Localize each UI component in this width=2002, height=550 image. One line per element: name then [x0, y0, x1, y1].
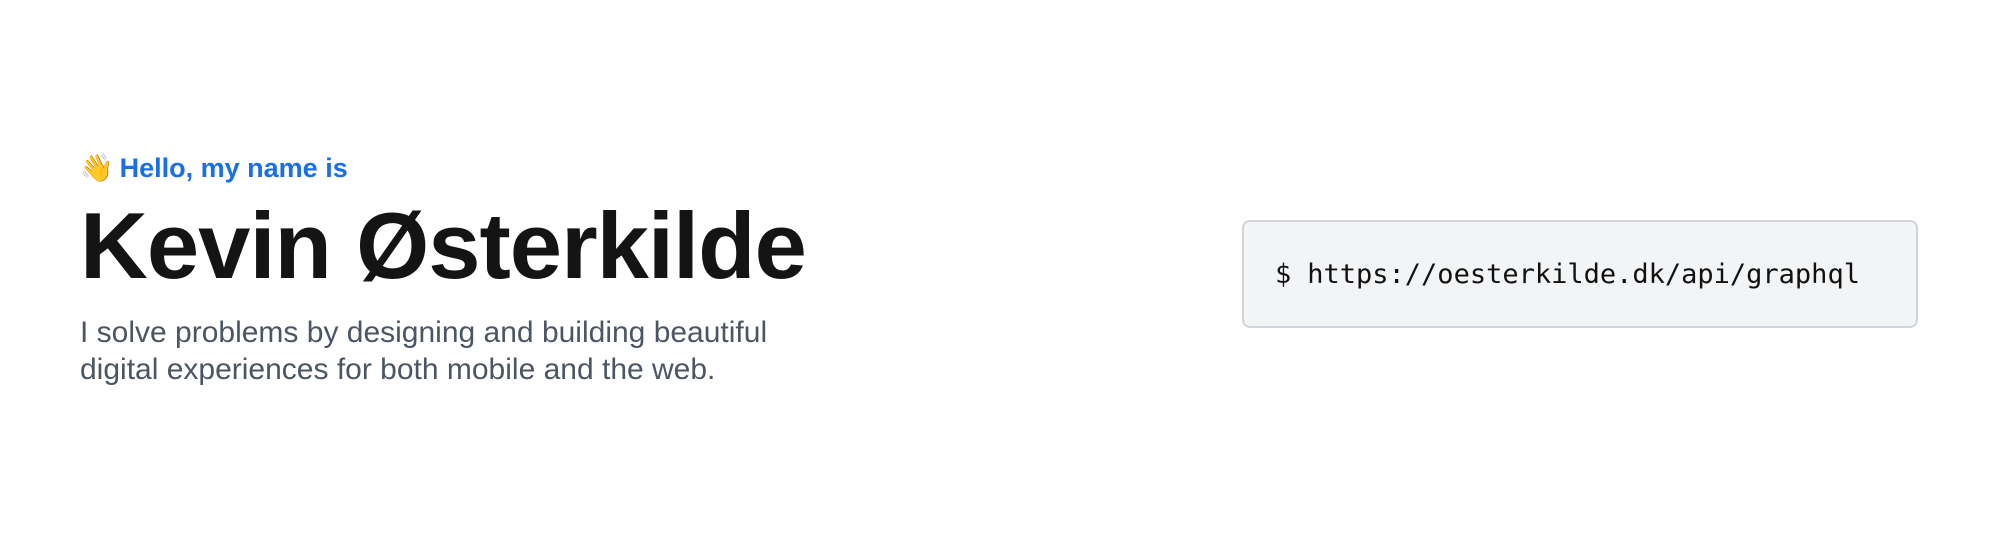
api-endpoint-code-block[interactable]: $ https://oesterkilde.dk/api/graphql — [1242, 220, 1918, 328]
shell-prompt: $ — [1275, 258, 1292, 290]
page-title: Kevin Østerkilde — [80, 193, 807, 298]
hero-section: 👋 Hello, my name is Kevin Østerkilde I s… — [80, 150, 880, 418]
tagline: I solve problems by designing and buildi… — [80, 316, 768, 386]
waving-hand-icon: 👋 — [80, 152, 114, 184]
api-endpoint-url[interactable]: https://oesterkilde.dk/api/graphql — [1307, 259, 1860, 290]
greeting-text: Hello, my name is — [119, 153, 348, 183]
greeting: 👋 Hello, my name is — [80, 150, 880, 186]
